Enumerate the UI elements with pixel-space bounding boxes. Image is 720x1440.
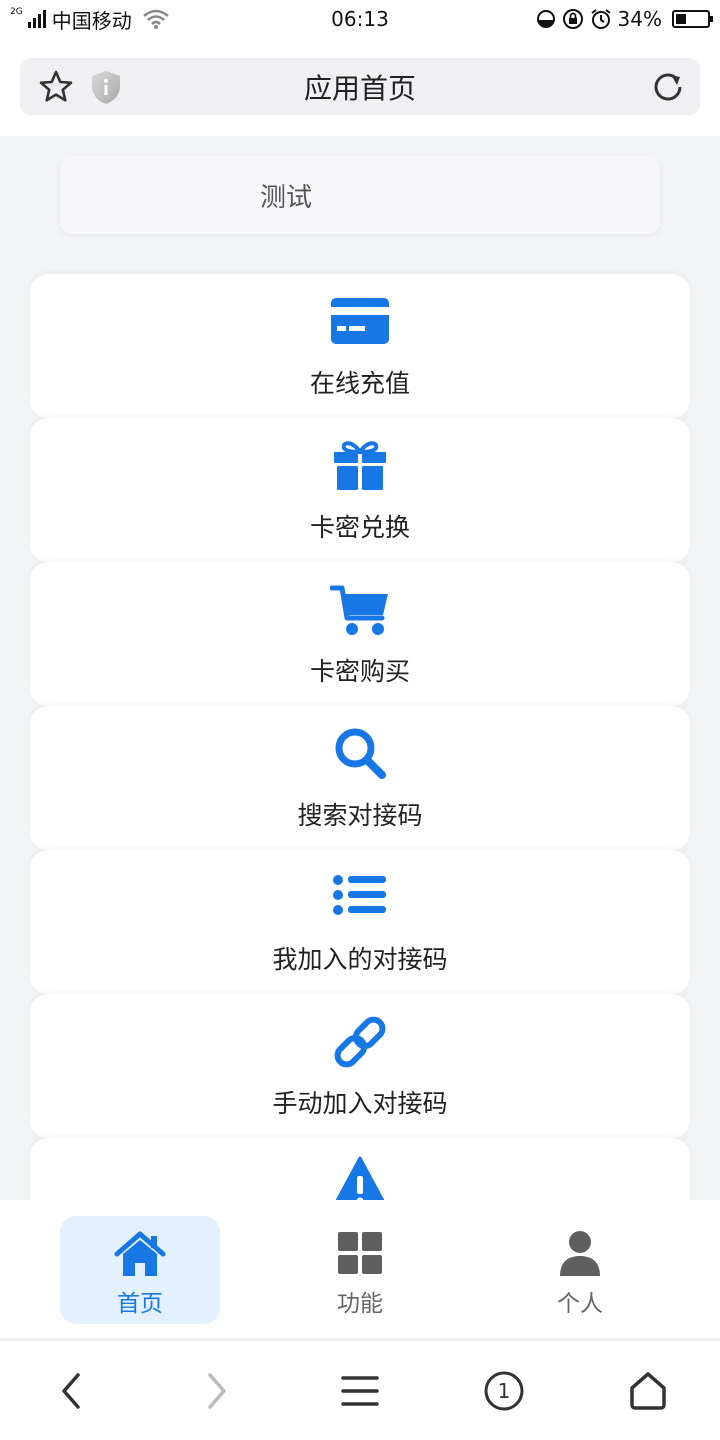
menu-item-search-code[interactable]: 搜索对接码 (30, 706, 690, 850)
tab-features[interactable]: 功能 (280, 1216, 440, 1324)
notice-text: 测试 (260, 182, 313, 213)
menu-item-label: 我加入的对接码 (272, 945, 448, 974)
menu-item-label: 卡密购买 (309, 657, 410, 686)
battery-percent: 34% (617, 7, 662, 31)
credit-card-icon (331, 298, 389, 344)
menu-item-label: 搜索对接码 (297, 801, 423, 830)
tab-profile[interactable]: 个人 (500, 1216, 660, 1324)
alarm-icon (590, 9, 611, 29)
tab-label: 首页 (117, 1291, 163, 1317)
menu-item-card-purchase[interactable]: 卡密购买 (30, 562, 690, 706)
search-icon (335, 728, 386, 779)
shield-info-icon[interactable] (88, 69, 124, 105)
notice-banner: 测试 (60, 156, 660, 234)
menu-item-label: 手动加入对接码 (272, 1089, 448, 1118)
home-nav-icon[interactable] (626, 1369, 670, 1413)
network-type: 2G (10, 7, 23, 17)
grid-icon (338, 1232, 382, 1274)
carrier-name: 中国移动 (51, 8, 132, 33)
menu-item-manual-join[interactable]: 手动加入对接码 (30, 994, 690, 1138)
tab-label: 功能 (337, 1291, 383, 1317)
menu-item-label: 在线充值 (309, 369, 410, 398)
gift-icon (334, 441, 386, 490)
user-icon (560, 1231, 600, 1276)
battery-level-fill (676, 14, 686, 24)
tab-home[interactable]: 首页 (60, 1216, 220, 1324)
refresh-icon[interactable] (650, 69, 686, 105)
tab-count: 1 (497, 1379, 511, 1403)
address-bar[interactable]: 应用首页 (20, 58, 700, 115)
status-bar: 2G 中国移动 06:13 34% (0, 0, 720, 38)
menu-item-label: 卡密兑换 (309, 513, 410, 542)
forward-icon[interactable] (194, 1369, 238, 1413)
back-icon[interactable] (50, 1369, 94, 1413)
browser-header: 应用首页 (0, 38, 720, 136)
data-saver-icon (536, 10, 555, 28)
menu-icon[interactable] (338, 1369, 382, 1413)
menu-item-my-codes[interactable]: 我加入的对接码 (30, 850, 690, 994)
rotation-lock-icon (562, 9, 583, 29)
bottom-tab-bar: 首页 功能 个人 (0, 1200, 720, 1340)
menu-item-card-redeem[interactable]: 卡密兑换 (30, 418, 690, 562)
menu-item-online-recharge[interactable]: 在线充值 (30, 274, 690, 418)
tab-label: 个人 (557, 1291, 603, 1317)
star-icon[interactable] (38, 69, 74, 105)
list-icon (333, 875, 386, 915)
home-icon (114, 1231, 166, 1276)
wifi-icon (142, 9, 169, 29)
browser-nav-bar: 1 (0, 1341, 720, 1440)
signal-icon (27, 10, 46, 28)
shopping-cart-icon (330, 585, 388, 635)
battery-icon (672, 10, 713, 28)
link-icon (334, 1016, 386, 1068)
tabs-button[interactable]: 1 (482, 1369, 526, 1413)
